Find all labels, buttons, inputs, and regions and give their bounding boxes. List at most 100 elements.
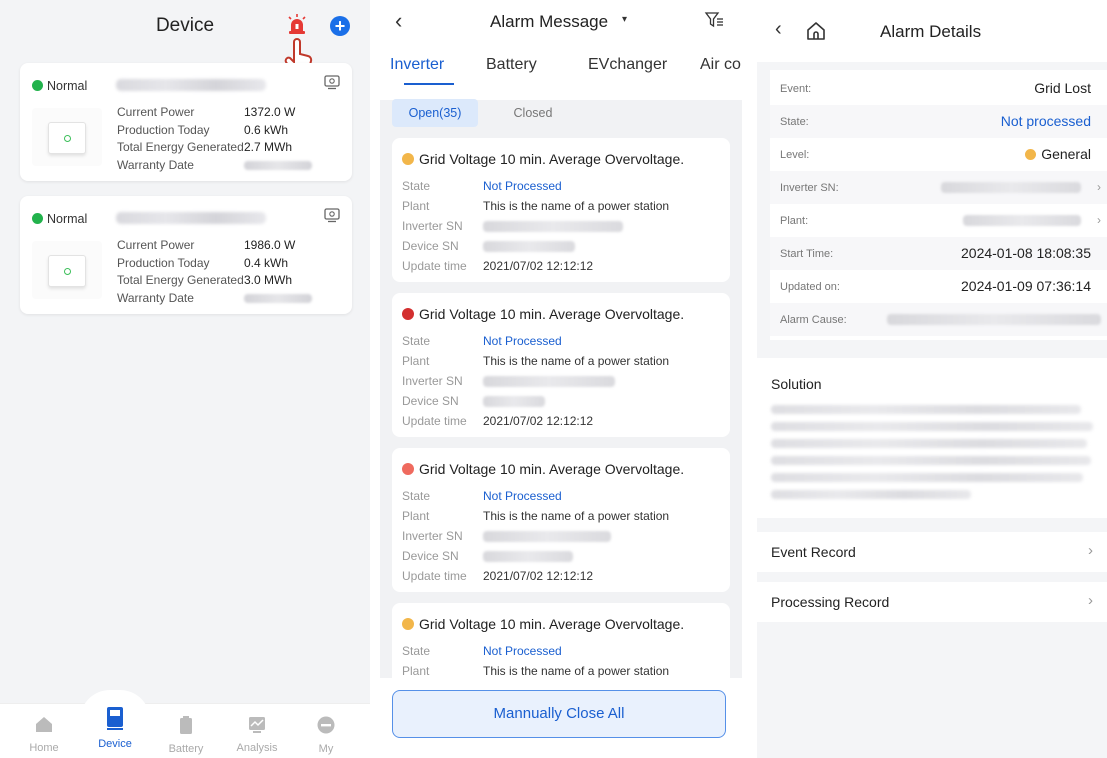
alarm-field-values: Not Processed This is the name of a powe… xyxy=(483,641,669,681)
alarm-field-labels: State Plant Inverter SN Device SN Update tim… xyxy=(402,179,467,273)
status-badge: Normal xyxy=(32,79,87,93)
inverter-image xyxy=(32,108,102,166)
updated-on-value: 2024-01-09 07:36:14 xyxy=(961,278,1091,294)
status-badge: Normal xyxy=(32,212,87,226)
alarm-card[interactable]: Grid Voltage 10 min. Average Overvoltage… xyxy=(392,448,730,592)
filter-icon[interactable] xyxy=(704,10,724,30)
status-dot-icon xyxy=(32,80,43,91)
back-button[interactable]: ‹ xyxy=(395,8,402,34)
home-icon xyxy=(36,717,52,732)
row-start-time: Start Time: 2024-01-08 18:08:35 xyxy=(770,237,1107,270)
tab-air-conditioner[interactable]: Air co xyxy=(700,56,741,74)
alarm-plant: This is the name of a power station xyxy=(483,199,670,213)
monitor-icon[interactable] xyxy=(324,75,340,90)
add-device-icon[interactable]: + xyxy=(330,16,350,36)
row-event: Event: Grid Lost xyxy=(780,80,1091,96)
device-values: 1986.0 W 0.4 kWh 3.0 MWh xyxy=(244,237,312,307)
value-total-energy: 2.7 MWh xyxy=(244,140,293,154)
alarm-card[interactable]: Grid Voltage 10 min. Average Overvoltage… xyxy=(392,138,730,282)
alarm-details-screen: ‹ Alarm Details Event: Grid Lost State: … xyxy=(757,0,1107,758)
device-type-tabs: Inverter Battery EVchanger Air co xyxy=(380,54,742,88)
level-value: General xyxy=(1025,146,1091,162)
status-dot-icon xyxy=(32,213,43,224)
manually-close-all-button[interactable]: Mannually Close All xyxy=(392,690,726,738)
alarm-level-dot-icon xyxy=(402,463,414,475)
device-card[interactable]: Normal Current Power Production Today To… xyxy=(20,63,352,181)
closed-filter-button[interactable]: Closed xyxy=(490,99,576,127)
alarm-cause-redacted xyxy=(887,314,1101,325)
alarm-field-values: Not Processed This is the name of a powe… xyxy=(483,331,669,431)
alarm-update-time: 2021/07/02 12:12:12 xyxy=(483,569,594,583)
alarm-field-labels: State Plant Inverter SN Device SN Update tim… xyxy=(402,489,467,583)
alarm-title: Grid Voltage 10 min. Average Overvoltage… xyxy=(402,616,684,632)
alarm-plant: This is the name of a power station xyxy=(483,509,670,523)
alarm-state: Not Processed xyxy=(483,179,562,193)
device-labels: Current Power Production Today Total Ene… xyxy=(117,104,244,174)
device-card[interactable]: Normal Current Power Production Today To… xyxy=(20,196,352,314)
alarm-message-screen: ‹ Alarm Message ▾ Inverter Battery EVcha… xyxy=(380,0,742,758)
label-warranty-date: Warranty Date xyxy=(117,157,194,172)
alarm-state: Not Processed xyxy=(483,334,562,348)
chevron-right-icon: › xyxy=(1088,592,1093,609)
alarm-state: Not Processed xyxy=(483,644,562,658)
tab-my[interactable]: My xyxy=(296,716,356,755)
processing-record-link[interactable]: Processing Record › xyxy=(757,582,1107,622)
solution-section: Solution xyxy=(757,358,1107,518)
row-alarm-cause: Alarm Cause: xyxy=(770,303,1107,336)
tab-home[interactable]: Home xyxy=(14,716,74,754)
event-record-link[interactable]: Event Record › xyxy=(757,532,1107,572)
tab-battery[interactable]: Battery xyxy=(486,56,537,74)
warranty-date-redacted xyxy=(244,160,312,170)
event-value: Grid Lost xyxy=(1034,80,1091,96)
home-icon[interactable] xyxy=(806,21,826,41)
monitor-icon[interactable] xyxy=(324,208,340,223)
serial-number-redacted xyxy=(116,212,266,224)
analysis-icon xyxy=(249,717,265,733)
device-sn-redacted xyxy=(483,551,573,563)
inverter-sn-redacted xyxy=(483,221,623,233)
value-current-power: 1986.0 W xyxy=(244,238,296,252)
device-sn-redacted xyxy=(483,396,545,408)
back-button[interactable]: ‹ xyxy=(775,18,782,41)
alarm-field-labels: State Plant Inverter SN Device SN Update tim… xyxy=(402,334,467,428)
battery-icon xyxy=(180,716,192,734)
alarm-card[interactable]: Grid Voltage 10 min. Average Overvoltage… xyxy=(392,293,730,437)
value-current-power: 1372.0 W xyxy=(244,105,296,119)
tab-analysis[interactable]: Analysis xyxy=(227,716,287,754)
chevron-right-icon: › xyxy=(1088,542,1093,559)
page-title[interactable]: Alarm Message xyxy=(490,12,608,32)
inverter-sn-redacted xyxy=(483,531,611,543)
warranty-date-redacted xyxy=(244,293,312,303)
label-production-today: Production Today xyxy=(117,255,210,270)
alarm-icon[interactable] xyxy=(286,13,308,37)
chevron-right-icon: › xyxy=(1097,213,1101,227)
device-labels: Current Power Production Today Total Ene… xyxy=(117,237,244,307)
label-warranty-date: Warranty Date xyxy=(117,290,194,305)
user-icon xyxy=(317,716,335,734)
tab-inverter[interactable]: Inverter xyxy=(390,56,444,74)
row-inverter-sn[interactable]: Inverter SN: › xyxy=(770,171,1107,204)
page-title: Device xyxy=(155,15,215,36)
tab-evchanger[interactable]: EVchanger xyxy=(588,56,667,74)
open-filter-button[interactable]: Open(35) xyxy=(392,99,478,127)
processing-record-label: Processing Record xyxy=(771,594,890,610)
label-production-today: Production Today xyxy=(117,122,210,137)
label-current-power: Current Power xyxy=(117,238,195,252)
alarm-title: Grid Voltage 10 min. Average Overvoltage… xyxy=(402,151,684,167)
tab-device[interactable]: Device xyxy=(85,706,145,750)
tab-battery[interactable]: Battery xyxy=(156,716,216,755)
alarm-header: ‹ Alarm Message ▾ Inverter Battery EVcha… xyxy=(380,0,742,100)
alarm-level-dot-icon xyxy=(402,618,414,630)
row-plant[interactable]: Plant: › xyxy=(770,204,1107,237)
device-header: Device + xyxy=(0,0,370,74)
serial-number-redacted xyxy=(116,79,266,91)
inverter-sn-redacted xyxy=(483,376,615,388)
alarm-state: Not Processed xyxy=(483,489,562,503)
label-current-power: Current Power xyxy=(117,105,195,119)
chevron-down-icon[interactable]: ▾ xyxy=(622,14,627,25)
alarm-level-dot-icon xyxy=(402,308,414,320)
device-sn-redacted xyxy=(483,241,575,253)
value-production-today: 0.4 kWh xyxy=(244,255,289,270)
state-value: Not processed xyxy=(1000,113,1091,129)
chevron-right-icon: › xyxy=(1097,180,1101,194)
